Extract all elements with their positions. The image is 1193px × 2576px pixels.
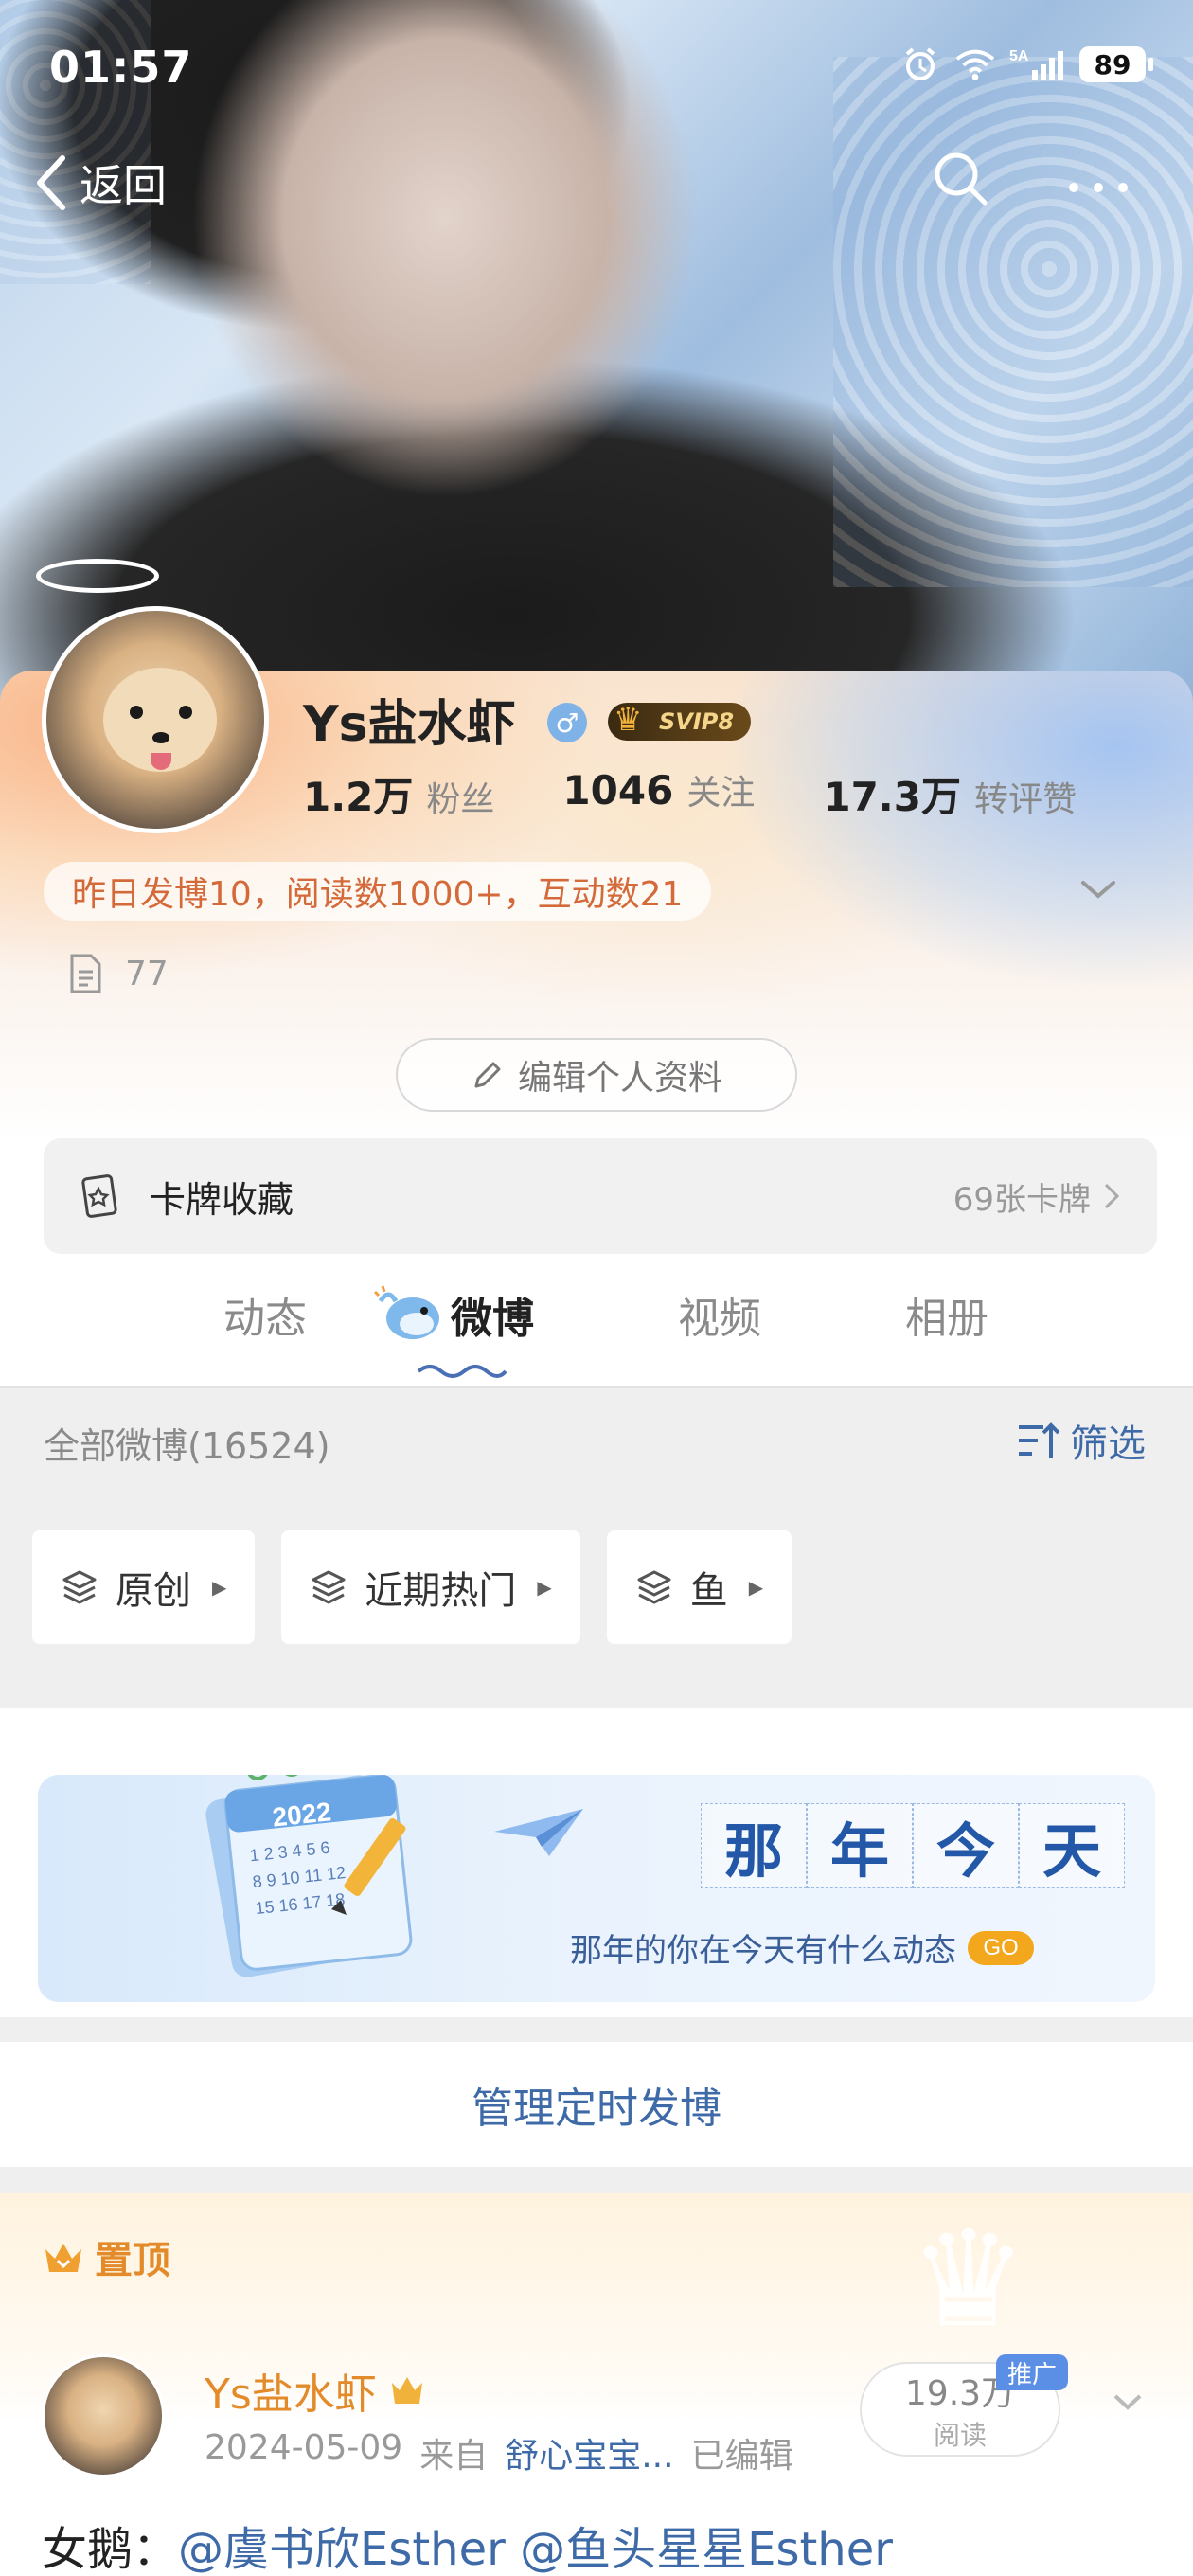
post-author-avatar[interactable] — [42, 2354, 165, 2478]
pinned-post-card[interactable]: ♛ 置顶 Ys盐水虾 2024-05-09 来自 舒心宝宝... 已编辑 19.… — [0, 2193, 1193, 2576]
post-author-name[interactable]: Ys盐水虾 — [205, 2360, 426, 2421]
active-tab-wave-indicator — [417, 1365, 507, 1378]
layers-icon — [62, 1570, 97, 1604]
daily-summary-badge[interactable]: 昨日发博10，阅读数1000+，互动数21 — [44, 862, 712, 921]
filter-chips: 原创 ▶ 近期热门 ▶ 鱼 ▶ — [32, 1530, 792, 1644]
manage-scheduled-posts-button[interactable]: 管理定时发博 — [0, 2042, 1193, 2167]
male-gender-icon: ♂ — [547, 703, 587, 742]
chevron-right-icon — [1104, 1183, 1120, 1209]
banner-section: 2022 1 2 3 4 5 6 8 9 10 11 12 15 16 17 1… — [0, 1708, 1193, 2017]
tab-video[interactable]: 视频 — [678, 1284, 761, 1345]
promote-badge[interactable]: 推广 — [996, 2354, 1069, 2390]
filter-icon — [1019, 1422, 1060, 1458]
paper-plane-icon — [492, 1803, 587, 1874]
caret-right-icon: ▶ — [537, 1576, 552, 1599]
search-icon — [935, 152, 988, 206]
profile-stats: 1.2万 粉丝 1046 关注 17.3万 转评赞 — [303, 765, 1145, 823]
whale-mascot-icon — [373, 1285, 439, 1339]
layers-icon — [637, 1570, 671, 1604]
profile-tabs: 动态 微博 视频 相册 — [0, 1258, 1193, 1386]
wifi-icon — [954, 44, 996, 85]
on-this-day-banner[interactable]: 2022 1 2 3 4 5 6 8 9 10 11 12 15 16 17 1… — [38, 1775, 1155, 2002]
battery-indicator: 89 — [1079, 46, 1153, 82]
alarm-icon — [899, 44, 941, 85]
crown-icon — [45, 2244, 81, 2272]
halo-decoration — [36, 559, 159, 593]
go-badge[interactable]: GO — [968, 1930, 1034, 1965]
caret-right-icon: ▶ — [212, 1576, 227, 1599]
profile-avatar[interactable] — [34, 559, 280, 843]
layers-icon — [312, 1570, 346, 1604]
chip-original[interactable]: 原创 ▶ — [32, 1530, 256, 1644]
stat-following[interactable]: 1046 关注 — [562, 765, 755, 823]
card-collection-label: 卡牌收藏 — [150, 1178, 294, 1221]
profile-username: Ys盐水虾 — [303, 696, 516, 753]
card-icon — [81, 1174, 117, 1218]
tab-album[interactable]: 相册 — [905, 1284, 988, 1345]
post-text: 女鹅：@虞书欣Esther @鱼头星星Esther — [42, 2523, 893, 2576]
post-source[interactable]: 舒心宝宝... — [505, 2428, 673, 2478]
crown-watermark-icon: ♛ — [909, 2203, 1028, 2357]
pencil-icon — [474, 1062, 501, 1088]
on-this-day-title: 那 年 今 天 — [701, 1803, 1125, 1888]
card-collection-row[interactable]: 卡牌收藏 69张卡牌 — [44, 1138, 1157, 1254]
stat-reposts-likes[interactable]: 17.3万 转评赞 — [823, 765, 1077, 823]
chip-recent-hot[interactable]: 近期热门 ▶ — [281, 1530, 580, 1644]
caret-right-icon: ▶ — [748, 1576, 764, 1599]
chevron-left-icon — [37, 155, 65, 210]
calendar-year: 2022 — [271, 1797, 332, 1832]
calendar-illustration-icon: 2022 1 2 3 4 5 6 8 9 10 11 12 15 16 17 1… — [205, 1775, 413, 1977]
all-weibo-count: 全部微博(16524) — [44, 1425, 330, 1467]
more-dots-icon — [1069, 183, 1128, 192]
document-icon — [70, 954, 101, 993]
top-nav: 返回 — [0, 142, 1193, 218]
svip-label: SVIP8 — [659, 708, 735, 735]
mention-link[interactable]: @鱼头星星Esther — [520, 2523, 893, 2576]
avatar-image — [42, 606, 269, 833]
cover-water-texture — [833, 57, 1193, 587]
feed-filter-area: 全部微博(16524) 筛选 原创 ▶ 近期热门 ▶ 鱼 ▶ — [0, 1386, 1193, 1708]
edit-profile-button[interactable]: 编辑个人资料 — [396, 1038, 797, 1112]
svg-text:5A: 5A — [1009, 48, 1029, 64]
on-this-day-subtitle: 那年的你在今天有什么动态 GO — [570, 1924, 1034, 1971]
post-meta: 2024-05-09 来自 舒心宝宝... 已编辑 — [205, 2428, 793, 2478]
search-button[interactable] — [928, 146, 994, 212]
filter-button[interactable]: 筛选 — [1015, 1413, 1146, 1468]
chevron-down-icon[interactable] — [1070, 862, 1127, 919]
chip-fish[interactable]: 鱼 ▶ — [606, 1530, 792, 1644]
card-collection-count: 69张卡牌 — [953, 1173, 1123, 1220]
mention-link[interactable]: @虞书欣Esther — [178, 2523, 506, 2576]
status-time: 01:57 — [49, 42, 193, 93]
vip-crown-icon — [391, 2377, 422, 2404]
tab-dongtai[interactable]: 动态 — [223, 1284, 307, 1345]
signal-icon: 5A — [1009, 44, 1066, 85]
status-icons: 5A 89 — [899, 44, 1153, 85]
chevron-down-icon[interactable] — [1104, 2379, 1151, 2426]
pinned-label: 置顶 — [42, 2229, 170, 2284]
back-button[interactable]: 返回 — [34, 152, 167, 214]
status-bar: 01:57 5A 89 — [0, 0, 1193, 133]
back-label: 返回 — [80, 160, 167, 211]
crown-icon: ♛ — [614, 701, 643, 739]
more-button[interactable] — [1060, 146, 1136, 212]
tab-weibo[interactable]: 微博 — [451, 1284, 534, 1345]
document-count[interactable]: 77 — [66, 953, 169, 994]
svip-badge[interactable]: ♛ SVIP8 — [608, 701, 752, 741]
stat-fans[interactable]: 1.2万 粉丝 — [303, 765, 494, 823]
